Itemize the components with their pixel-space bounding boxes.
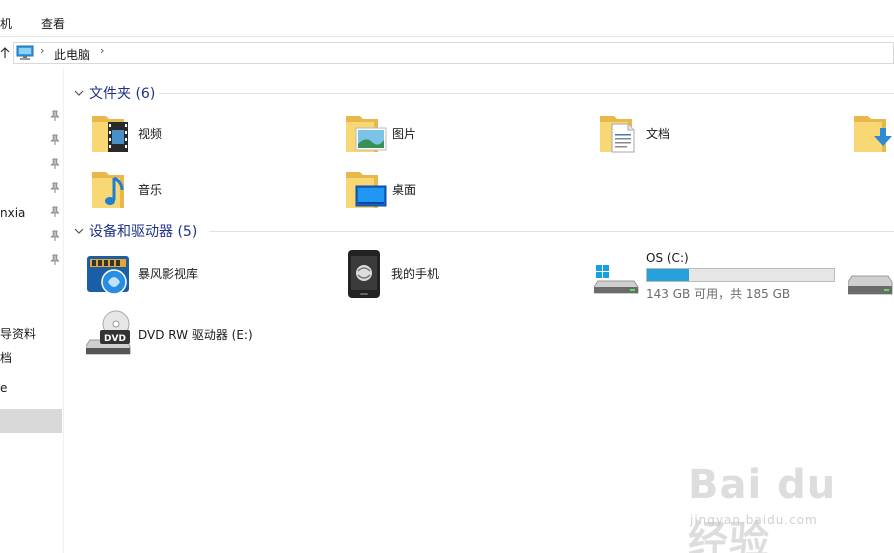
pin-icon[interactable] [50, 134, 60, 146]
pictures-folder-icon [342, 110, 390, 158]
desktop-folder-icon [342, 166, 390, 214]
address-bar[interactable]: › 此电脑 › [13, 42, 894, 64]
phone-icon [340, 250, 388, 298]
nav-item[interactable]: 档 [0, 349, 60, 366]
this-pc-icon [16, 45, 34, 61]
drive-usage-bar [646, 268, 835, 282]
drive-free-space: 143 GB 可用，共 185 GB [646, 287, 791, 301]
breadcrumb-separator[interactable]: › [100, 44, 104, 57]
folder-label: 图片 [392, 127, 417, 141]
folder-label: 音乐 [138, 183, 163, 197]
tab-computer[interactable]: 机 [0, 15, 12, 32]
group-header-devices[interactable]: 设备和驱动器 (5) [74, 221, 894, 243]
device-my-phone[interactable]: 我的手机 [340, 250, 540, 298]
pin-icon[interactable] [50, 158, 60, 170]
dvd-drive-icon: DVD [85, 310, 134, 358]
folder-documents[interactable]: 文档 [596, 110, 796, 158]
baidu-watermark: Bai du 经验 jingyan.baidu.com [684, 456, 854, 553]
breadcrumb-separator[interactable]: › [40, 44, 44, 57]
folder-label: 桌面 [392, 183, 417, 197]
ribbon-tabs: 机 查看 [0, 0, 894, 37]
group-header-folders[interactable]: 文件夹 (6) [74, 83, 894, 105]
nav-item[interactable]: 导资料 [0, 325, 60, 342]
pin-icon[interactable] [50, 182, 60, 194]
address-row: › 此电脑 › [0, 38, 894, 68]
drive-name: OS (C:) [646, 251, 689, 265]
navigation-pane: nxia 导资料 档 e [0, 68, 64, 553]
folder-desktop[interactable]: 桌面 [342, 166, 542, 214]
nav-item[interactable]: e [0, 381, 60, 395]
folder-label: 视频 [138, 127, 163, 141]
drive-d[interactable] [847, 262, 894, 310]
tab-view[interactable]: 查看 [41, 15, 65, 32]
downloads-folder-icon [850, 110, 894, 158]
group-title: 文件夹 (6) [89, 86, 156, 102]
group-divider [209, 231, 894, 232]
folder-downloads[interactable] [850, 110, 894, 158]
pin-icon[interactable] [50, 110, 60, 122]
watermark-text: Bai du 经验 [688, 462, 837, 553]
folder-videos[interactable]: 视频 [88, 110, 288, 158]
dvd-badge: DVD [104, 334, 126, 344]
nav-item-this-pc-selected[interactable] [0, 409, 62, 433]
folder-music[interactable]: 音乐 [88, 166, 288, 214]
drive-dvd[interactable]: DVD DVD RW 驱动器 (E:) [85, 310, 326, 358]
videos-folder-icon [88, 110, 136, 158]
folder-pictures[interactable]: 图片 [342, 110, 542, 158]
chevron-down-icon[interactable] [74, 225, 84, 235]
chevron-down-icon[interactable] [74, 87, 84, 97]
watermark-url: jingyan.baidu.com [690, 513, 818, 527]
breadcrumb-this-pc[interactable]: 此电脑 [54, 46, 90, 63]
music-folder-icon [88, 166, 136, 214]
device-label: 我的手机 [391, 267, 440, 281]
folder-label: 文档 [646, 127, 671, 141]
hard-drive-icon [847, 262, 894, 310]
pin-icon[interactable] [50, 254, 60, 266]
up-arrow-icon[interactable] [0, 42, 10, 62]
drive-c[interactable]: OS (C:) 143 GB 可用，共 185 GB [593, 249, 839, 301]
device-label: DVD RW 驱动器 (E:) [138, 328, 253, 342]
device-label: 暴风影视库 [138, 267, 199, 281]
windows-drive-icon [593, 249, 642, 297]
group-title: 设备和驱动器 (5) [89, 224, 198, 240]
device-baofeng-library[interactable]: 暴风影视库 [84, 250, 304, 298]
nav-item[interactable]: nxia [0, 206, 60, 220]
drive-usage-fill [647, 269, 690, 281]
group-divider [159, 93, 894, 94]
baofeng-library-icon [84, 250, 132, 298]
pin-icon[interactable] [50, 230, 60, 242]
documents-folder-icon [596, 110, 644, 158]
